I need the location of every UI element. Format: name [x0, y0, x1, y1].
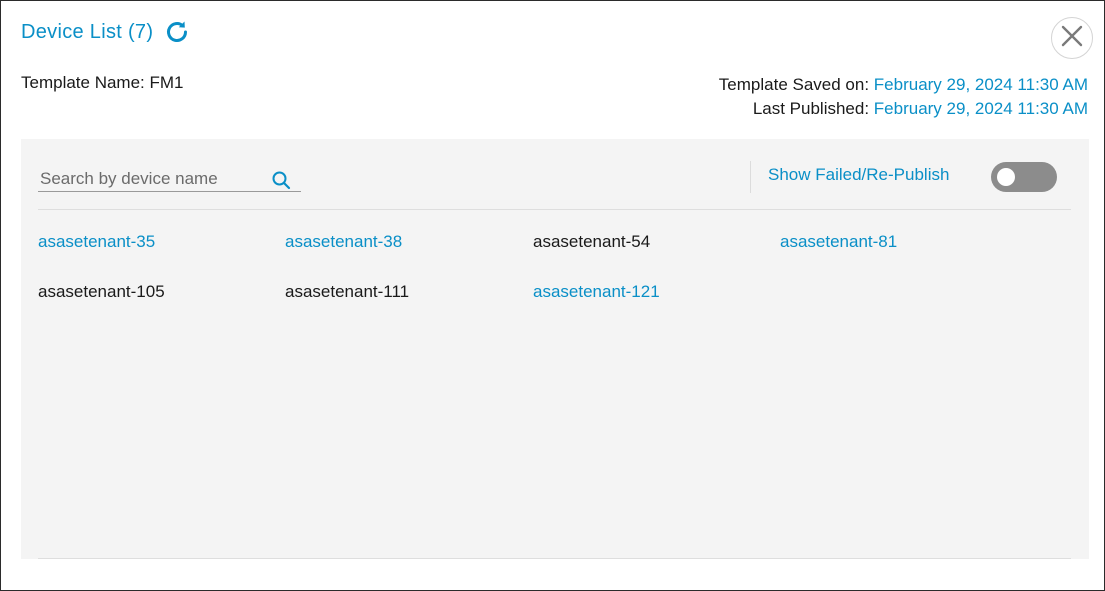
device-item: asasetenant-54: [533, 232, 651, 251]
toolbar-divider: [750, 161, 751, 193]
device-item[interactable]: asasetenant-35: [38, 232, 155, 252]
search-icon[interactable]: [271, 170, 291, 190]
device-item: asasetenant-111: [285, 282, 410, 301]
device-item[interactable]: asasetenant-81: [780, 232, 897, 252]
published-date: February 29, 2024 11:30 AM: [873, 99, 1088, 118]
refresh-icon[interactable]: [163, 18, 191, 46]
search-input[interactable]: [38, 169, 268, 189]
device-item: asasetenant-105: [38, 282, 165, 301]
device-list-dialog: Device List (7) Template Name: FM1 Templ…: [0, 0, 1105, 591]
toggle-knob: [997, 168, 1015, 186]
search-box: [38, 167, 301, 192]
panel-divider-bottom: [38, 558, 1071, 559]
show-failed-label[interactable]: Show Failed/Re-Publish: [768, 165, 949, 185]
published-label: Last Published:: [752, 99, 874, 118]
device-item[interactable]: asasetenant-121: [533, 282, 660, 302]
close-icon: [1061, 25, 1083, 52]
device-panel: Show Failed/Re-Publish asasetenant-35 as…: [21, 139, 1089, 559]
panel-divider-top: [38, 209, 1071, 210]
saved-date: February 29, 2024 11:30 AM: [873, 75, 1088, 94]
template-name: Template Name: FM1: [21, 73, 184, 92]
device-item[interactable]: asasetenant-38: [285, 232, 402, 252]
saved-label: Template Saved on:: [718, 75, 874, 94]
template-saved-row: Template Saved on: February 29, 2024 11:…: [719, 73, 1088, 97]
dialog-title: Device List (7): [21, 20, 154, 43]
dialog-header: Device List (7): [21, 18, 191, 46]
show-failed-toggle[interactable]: [991, 162, 1057, 192]
close-button[interactable]: [1051, 17, 1093, 59]
last-published-row: Last Published: February 29, 2024 11:30 …: [719, 97, 1088, 121]
template-meta: Template Saved on: February 29, 2024 11:…: [719, 73, 1088, 121]
